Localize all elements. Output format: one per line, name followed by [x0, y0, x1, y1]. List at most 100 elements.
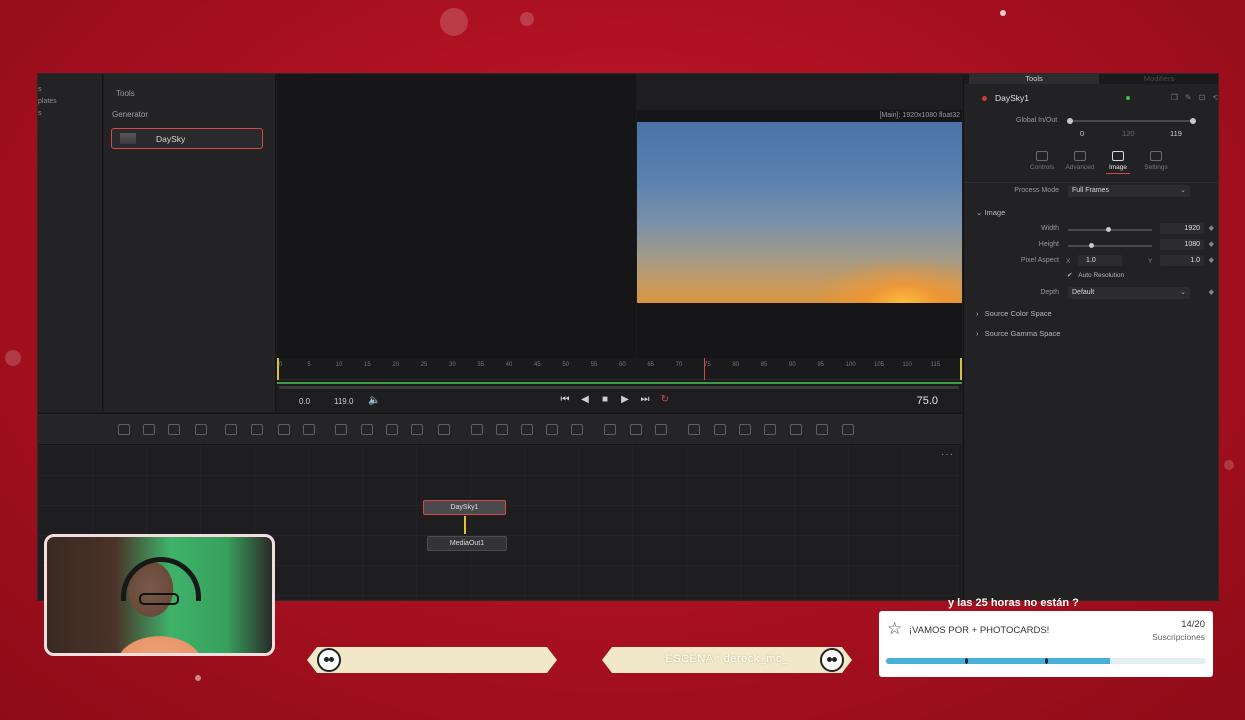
brush-icon[interactable]	[195, 424, 207, 435]
ruler-tick-label: 0	[279, 362, 283, 368]
timeline-ruler[interactable]: 0 5 10 15 20 25 30 35 40 45 50 55 60 65 70 75 80 85 90 95 10…	[277, 358, 962, 380]
source-gamma-space-label: Source Gamma Space	[984, 329, 1061, 338]
sidebar-tree: s plates s	[38, 74, 103, 412]
fx-icon[interactable]	[842, 424, 854, 435]
keyframe-icon[interactable]: ◆	[1209, 256, 1214, 264]
rectangle-icon[interactable]	[471, 424, 483, 435]
global-out-handle[interactable]	[1190, 118, 1196, 124]
ruler-tick-label: 115	[930, 362, 941, 368]
paint-icon[interactable]	[143, 424, 155, 435]
current-frame-field[interactable]: 75.0	[917, 395, 938, 407]
mask-icon[interactable]	[571, 424, 583, 435]
polygon-icon[interactable]	[521, 424, 533, 435]
panda-icon	[820, 648, 844, 672]
color-icon[interactable]	[278, 424, 290, 435]
copy-icon[interactable]: ❐	[1171, 93, 1178, 102]
transform-icon[interactable]	[361, 424, 373, 435]
tool-item-daysky[interactable]: DaySky	[111, 128, 263, 149]
tracker-icon[interactable]	[604, 424, 616, 435]
skip-to-start-icon[interactable]: ⏮	[558, 394, 572, 405]
sidebar-tree-item[interactable]: s	[38, 110, 42, 117]
ruler-tick-label: 35	[477, 362, 485, 368]
render-range-start[interactable]	[277, 358, 279, 380]
subtab-label: Controls	[1029, 164, 1055, 171]
node-daysky1[interactable]: DaySky1	[423, 500, 506, 515]
viewer-left[interactable]	[277, 74, 636, 358]
ruler-tick-label: 95	[817, 362, 825, 368]
depth-dropdown[interactable]: Default ⌄	[1068, 287, 1190, 299]
width-slider-knob[interactable]	[1106, 227, 1111, 232]
particle-icon[interactable]	[225, 424, 237, 435]
width-slider[interactable]	[1068, 227, 1152, 232]
pixel-aspect-x-field[interactable]: 1.0	[1078, 255, 1122, 266]
merge-icon[interactable]	[335, 424, 347, 435]
renderer-icon[interactable]	[739, 424, 751, 435]
viewer-right[interactable]: [Main]: 1920x1080 float32	[637, 74, 962, 358]
tab-tools[interactable]: Tools	[969, 74, 1099, 84]
bspline-icon[interactable]	[546, 424, 558, 435]
tab-modifiers[interactable]: Modifiers	[1104, 74, 1214, 84]
process-mode-dropdown[interactable]: Full Frames ⌄	[1068, 185, 1190, 197]
pixel-aspect-y-field[interactable]: 1.0	[1160, 255, 1204, 266]
sky-preview-image	[637, 122, 962, 303]
global-inout-slider[interactable]	[1067, 118, 1196, 124]
keyframe-icon[interactable]: ◆	[1209, 288, 1214, 296]
global-out-value[interactable]: 119	[1170, 129, 1182, 138]
ruler-tick-label: 100	[845, 362, 856, 368]
subtab-controls[interactable]: Controls	[1024, 151, 1060, 171]
source-gamma-space-section[interactable]: › Source Gamma Space	[976, 329, 1060, 338]
node-mediaout1[interactable]: MediaOut1	[427, 536, 507, 551]
width-field[interactable]: 1920	[1160, 223, 1204, 234]
render-end-field[interactable]: 119.0	[334, 397, 353, 406]
subtab-advanced[interactable]: Advanced	[1062, 151, 1098, 171]
lock-icon[interactable]: ⊡	[1199, 93, 1206, 102]
height-field[interactable]: 1080	[1160, 239, 1204, 250]
ruler-tick-label: 20	[392, 362, 400, 368]
channel-icon[interactable]	[438, 424, 450, 435]
background-icon[interactable]	[118, 424, 130, 435]
image-plane-icon[interactable]	[790, 424, 802, 435]
shape3d-icon[interactable]	[688, 424, 700, 435]
subtab-settings[interactable]: Settings	[1138, 151, 1174, 171]
more-options-icon[interactable]: ···	[941, 449, 954, 460]
keyframe-icon[interactable]: ◆	[1209, 224, 1214, 232]
skip-to-end-icon[interactable]: ⏭	[638, 394, 652, 405]
merge3d-icon[interactable]	[816, 424, 828, 435]
sidebar-tree-item[interactable]: s	[38, 86, 42, 93]
playhead[interactable]	[704, 358, 705, 380]
blur-icon[interactable]	[251, 424, 263, 435]
ellipse-icon[interactable]	[496, 424, 508, 435]
text3d-icon[interactable]	[764, 424, 776, 435]
timeline-scrollbar[interactable]	[279, 386, 959, 389]
crop-icon[interactable]	[386, 424, 398, 435]
pin-icon[interactable]: ✎	[1185, 93, 1192, 102]
height-slider[interactable]	[1068, 243, 1152, 248]
reset-icon[interactable]: ⟲	[1212, 93, 1218, 102]
node-version-icon[interactable]	[1126, 96, 1130, 100]
node-color-icon[interactable]	[982, 96, 987, 101]
speaker-icon[interactable]: 🔈	[368, 395, 380, 406]
ruler-tick-label: 70	[675, 362, 683, 368]
subtab-image[interactable]: Image	[1100, 151, 1136, 174]
resize-icon[interactable]	[411, 424, 423, 435]
render-start-field[interactable]: 0.0	[299, 397, 310, 406]
keyframe-icon[interactable]: ◆	[1209, 240, 1214, 248]
stop-icon[interactable]: ■	[598, 394, 612, 405]
render-range-end[interactable]	[960, 358, 962, 380]
play-icon[interactable]: ▶	[618, 394, 632, 405]
fill-icon[interactable]	[303, 424, 315, 435]
global-in-handle[interactable]	[1067, 118, 1073, 124]
global-in-value[interactable]: 0	[1080, 129, 1084, 138]
source-color-space-section[interactable]: › Source Color Space	[976, 309, 1052, 318]
camera-icon[interactable]	[655, 424, 667, 435]
image-section-header[interactable]: ⌄ Image	[976, 208, 1005, 217]
step-back-icon[interactable]: ◀	[578, 394, 592, 405]
height-slider-knob[interactable]	[1089, 243, 1094, 248]
planar-icon[interactable]	[630, 424, 642, 435]
light-icon[interactable]	[714, 424, 726, 435]
daysky-thumbnail-icon	[120, 133, 136, 144]
loop-icon[interactable]: ↻	[658, 394, 672, 405]
text-icon[interactable]	[168, 424, 180, 435]
sidebar-tree-item[interactable]: plates	[38, 98, 57, 105]
auto-resolution-checkbox[interactable]: ✔ Auto Resolution	[1067, 271, 1124, 279]
